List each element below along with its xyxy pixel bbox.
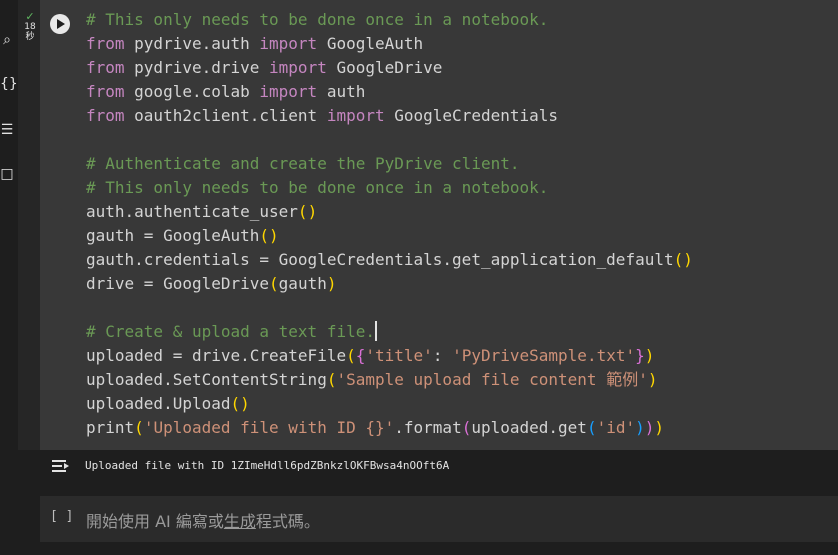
execution-duration-value: 18 — [24, 22, 36, 32]
terminal-icon[interactable]: ☰ — [0, 122, 14, 138]
code-line: from google.colab import auth — [86, 82, 366, 101]
output-text: Uploaded file with ID 1ZImeHdll6pdZBnkzl… — [85, 459, 450, 472]
files-icon[interactable]: □ — [0, 166, 14, 182]
empty-code-cell[interactable]: [ ] 開始使用 AI 編寫或生成程式碼。 — [40, 496, 838, 542]
code-line: from oauth2client.client import GoogleCr… — [86, 106, 559, 125]
code-line: print('Uploaded file with ID {}'.format(… — [86, 418, 665, 437]
execution-status: ✓ 18 秒 — [22, 10, 38, 42]
code-line: drive = GoogleDrive(gauth) — [86, 274, 337, 293]
code-snippets-icon[interactable]: {} — [0, 76, 18, 92]
generate-link[interactable]: 生成 — [224, 512, 256, 531]
left-toolbar: ⌕ {} ☰ □ — [0, 0, 18, 555]
execution-count-bracket: [ ] — [50, 509, 74, 524]
run-cell-button[interactable] — [50, 14, 70, 34]
execution-duration-unit: 秒 — [25, 32, 35, 42]
output-actions-icon[interactable] — [50, 457, 70, 475]
cell-output: Uploaded file with ID 1ZImeHdll6pdZBnkzl… — [40, 450, 838, 484]
code-line: # This only needs to be done once in a n… — [86, 178, 549, 197]
code-line: uploaded.Upload() — [86, 394, 250, 413]
code-line: gauth = GoogleAuth() — [86, 226, 279, 245]
code-line: uploaded = drive.CreateFile({'title': 'P… — [86, 346, 655, 365]
code-line: auth.authenticate_user() — [86, 202, 318, 221]
code-line: from pydrive.auth import GoogleAuth — [86, 34, 424, 53]
code-editor[interactable]: # This only needs to be done once in a n… — [86, 8, 693, 440]
code-line: # Create & upload a text file. — [86, 321, 377, 341]
code-line: # This only needs to be done once in a n… — [86, 10, 549, 29]
code-line: # Authenticate and create the PyDrive cl… — [86, 154, 520, 173]
search-icon[interactable]: ⌕ — [0, 32, 14, 48]
code-line: from pydrive.drive import GoogleDrive — [86, 58, 443, 77]
check-icon: ✓ — [25, 10, 35, 23]
ai-placeholder[interactable]: 開始使用 AI 編寫或生成程式碼。 — [86, 508, 320, 532]
placeholder-suffix: 程式碼。 — [255, 512, 320, 531]
placeholder-prefix: 開始使用 AI 編寫或 — [86, 512, 224, 531]
code-line: uploaded.SetContentString('Sample upload… — [86, 370, 658, 389]
code-line: gauth.credentials = GoogleCredentials.ge… — [86, 250, 693, 269]
cell-gutter — [18, 0, 40, 450]
